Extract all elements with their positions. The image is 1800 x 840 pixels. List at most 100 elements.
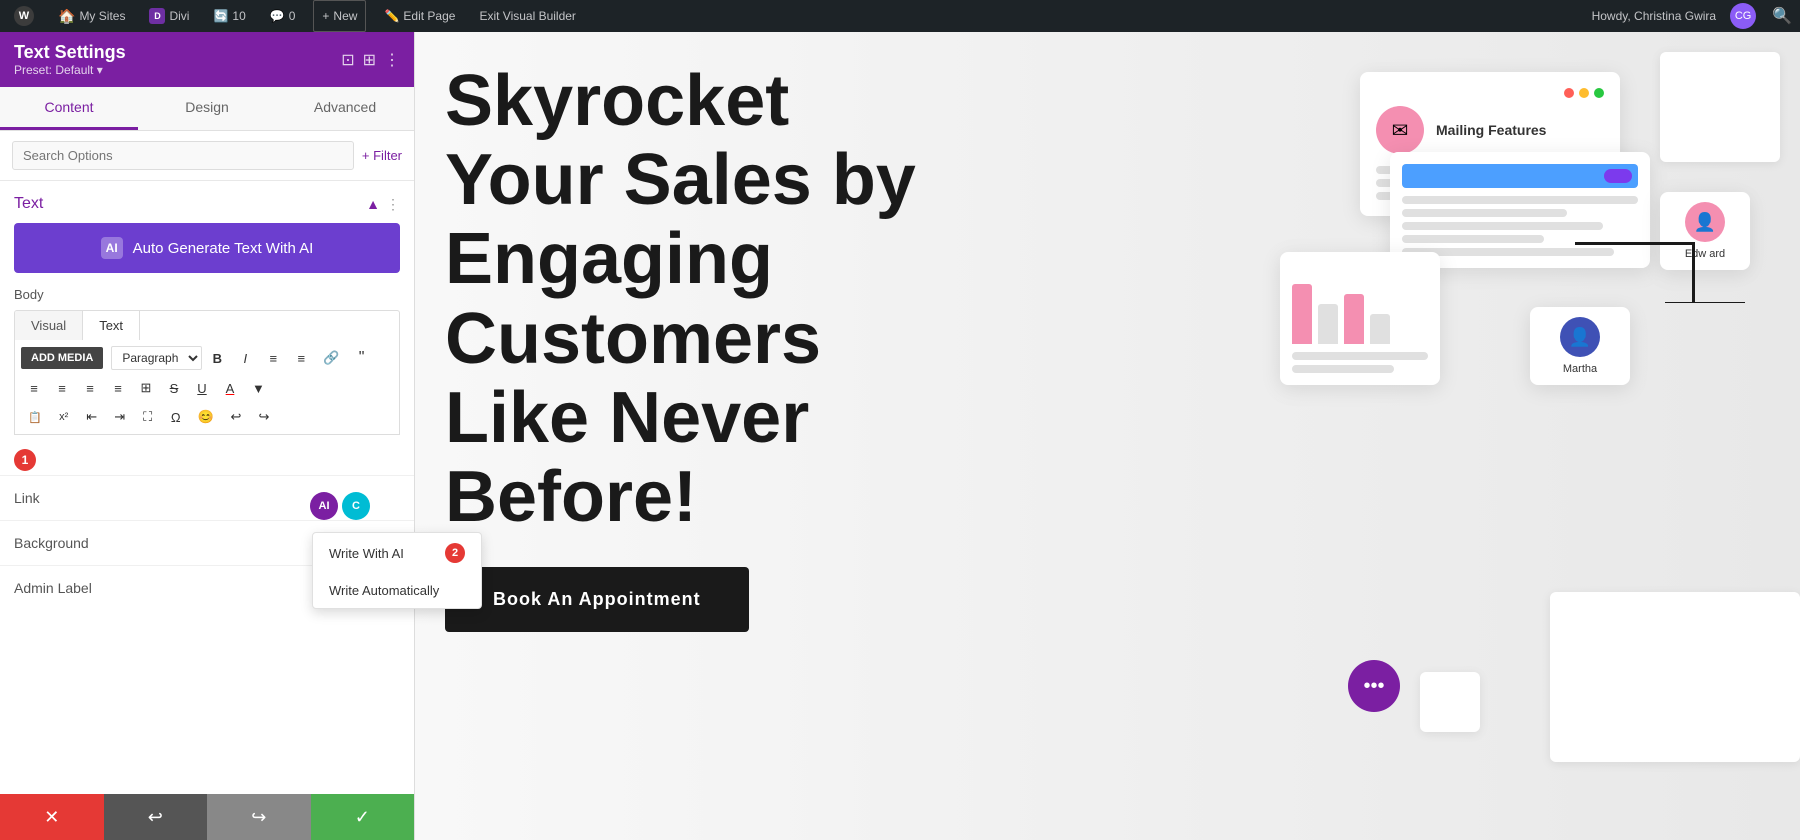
- admin-search-icon[interactable]: 🔍: [1772, 6, 1792, 26]
- panel-preset[interactable]: Preset: Default ▾: [14, 63, 126, 77]
- ai-mini-generate-button[interactable]: C: [342, 492, 370, 520]
- panel-expand-icon[interactable]: ⊞: [363, 50, 376, 70]
- toggle-switch: [1604, 169, 1632, 183]
- ordered-list-button[interactable]: ≡: [288, 346, 314, 371]
- my-sites-link[interactable]: 🏠 My Sites: [52, 0, 131, 32]
- filter-button[interactable]: + Filter: [362, 148, 402, 163]
- section-menu-icon[interactable]: ⋮: [386, 196, 400, 213]
- color-arrow-button[interactable]: ▼: [245, 376, 272, 401]
- strikethrough-button[interactable]: S: [161, 376, 187, 401]
- chart-bar-1: [1292, 284, 1312, 344]
- undo-button[interactable]: ↩: [223, 404, 249, 430]
- undo-action-button[interactable]: ↩: [104, 794, 208, 840]
- dot-red: [1564, 88, 1574, 98]
- text-color-button[interactable]: A: [217, 376, 243, 401]
- collapse-icon[interactable]: ▲: [366, 196, 380, 212]
- chart-bar-4: [1370, 314, 1390, 344]
- align-center-button[interactable]: ≡: [49, 376, 75, 401]
- chart-card: [1280, 252, 1440, 385]
- link-button[interactable]: 🔗: [316, 345, 346, 371]
- editor-toolbar: ADD MEDIA Paragraph Heading 1 Heading 2 …: [14, 340, 400, 435]
- tab-advanced[interactable]: Advanced: [276, 87, 414, 130]
- main-area: Text Settings Preset: Default ▾ ⊡ ⊞ ⋮ Co…: [0, 32, 1800, 840]
- superscript-button[interactable]: x²: [51, 406, 77, 428]
- admin-label-text: Admin Label: [14, 580, 92, 596]
- ai-mini-generate-icon: C: [352, 500, 360, 512]
- unordered-list-button[interactable]: ≡: [260, 346, 286, 371]
- write-automatically-label: Write Automatically: [329, 583, 439, 598]
- martha-avatar: 👤: [1560, 317, 1600, 357]
- ai-mini-icon: AI: [319, 500, 330, 512]
- blockquote-button[interactable]: ": [349, 344, 375, 372]
- bubble-dots-icon: •••: [1363, 675, 1384, 698]
- indent-in-button[interactable]: ⇥: [107, 404, 133, 430]
- table-button[interactable]: ⊞: [133, 375, 159, 401]
- panel-header-icons: ⊡ ⊞ ⋮: [341, 50, 400, 70]
- admin-bar: W 🏠 My Sites D Divi 🔄 10 💬 0 + New ✏️ Ed…: [0, 0, 1800, 32]
- wp-icon[interactable]: W: [8, 0, 40, 32]
- section-icons: ▲ ⋮: [366, 196, 400, 213]
- ai-generate-button[interactable]: AI Auto Generate Text With AI: [14, 223, 400, 273]
- cta-button[interactable]: Book An Appointment: [445, 567, 749, 632]
- tab-design[interactable]: Design: [138, 87, 276, 130]
- paragraph-select[interactable]: Paragraph Heading 1 Heading 2: [111, 346, 202, 370]
- confirm-button[interactable]: ✓: [311, 794, 415, 840]
- purple-bubble: •••: [1348, 660, 1400, 712]
- toolbar-row-1: ADD MEDIA Paragraph Heading 1 Heading 2 …: [21, 344, 393, 372]
- form-line-1: [1402, 196, 1638, 204]
- redo-button[interactable]: ↪: [251, 404, 277, 430]
- ui-cards-area: ✉ Mailing Features: [1180, 52, 1800, 812]
- align-justify-button[interactable]: ≡: [105, 376, 131, 401]
- tab-content[interactable]: Content: [0, 87, 138, 130]
- toolbar-row-2: ≡ ≡ ≡ ≡ ⊞ S U A ▼: [21, 375, 393, 401]
- align-right-button[interactable]: ≡: [77, 376, 103, 401]
- ai-mini-button[interactable]: AI: [310, 492, 338, 520]
- updates-link[interactable]: 🔄 10: [207, 0, 251, 32]
- badge-1: 1: [14, 449, 36, 471]
- search-options-input[interactable]: [12, 141, 354, 170]
- write-with-ai-label: Write With AI: [329, 546, 404, 561]
- martha-name: Martha: [1540, 363, 1620, 375]
- hero-section: Skyrocket Your Sales by Engaging Custome…: [415, 32, 1800, 840]
- body-section: Body Visual Text ADD MEDIA Paragraph Hea…: [0, 287, 414, 435]
- redo-action-button[interactable]: ↪: [207, 794, 311, 840]
- connector-line-2: [1665, 302, 1745, 303]
- comments-link[interactable]: 💬 0: [264, 0, 302, 32]
- align-left-button[interactable]: ≡: [21, 376, 47, 401]
- write-automatically-item[interactable]: Write Automatically: [313, 573, 481, 608]
- divi-link[interactable]: D Divi: [143, 0, 195, 32]
- mailing-title: Mailing Features: [1436, 122, 1546, 138]
- indent-out-button[interactable]: ⇤: [79, 404, 105, 430]
- add-media-button[interactable]: ADD MEDIA: [21, 347, 103, 369]
- special-chars-button[interactable]: Ω: [163, 405, 189, 430]
- tab-text[interactable]: Text: [83, 311, 140, 340]
- empty-card-small: [1420, 672, 1480, 732]
- toolbar-row-3: 📋 x² ⇤ ⇥ ⛶ Ω 😊 ↩ ↪: [21, 404, 393, 430]
- user-avatar[interactable]: CG: [1730, 3, 1756, 29]
- italic-button[interactable]: I: [232, 346, 258, 371]
- edit-page-link[interactable]: ✏️ Edit Page: [378, 0, 461, 32]
- underline-button[interactable]: U: [189, 376, 215, 401]
- panel-content: Text ▲ ⋮ AI Auto Generate Text With AI B…: [0, 181, 414, 794]
- emoji-button[interactable]: 😊: [191, 404, 221, 430]
- panel-minimize-icon[interactable]: ⊡: [341, 50, 354, 70]
- profile-card-martha: 👤 Martha: [1530, 307, 1630, 385]
- write-with-ai-item[interactable]: Write With AI 2: [313, 533, 481, 573]
- mailing-card-header: ✉ Mailing Features: [1376, 106, 1604, 154]
- fullscreen-button[interactable]: ⛶: [135, 404, 161, 430]
- canvas-area: 🖼 ⊞ ⋮ Skyrocket Your Sales by Engaging C…: [415, 32, 1800, 840]
- cancel-button[interactable]: ✕: [0, 794, 104, 840]
- form-line-2: [1402, 209, 1567, 217]
- exit-builder-link[interactable]: Exit Visual Builder: [473, 0, 582, 32]
- search-bar: + Filter: [0, 131, 414, 181]
- empty-card-top: [1660, 52, 1780, 162]
- new-button[interactable]: + New: [313, 0, 366, 32]
- form-input-bar: [1402, 164, 1638, 188]
- paste-button[interactable]: 📋: [21, 406, 49, 429]
- bold-button[interactable]: B: [204, 346, 230, 371]
- tab-visual[interactable]: Visual: [15, 311, 83, 340]
- panel-menu-icon[interactable]: ⋮: [384, 50, 400, 70]
- dot-green: [1594, 88, 1604, 98]
- chart-line-1: [1292, 352, 1428, 360]
- action-bar: ✕ ↩ ↪ ✓: [0, 794, 414, 840]
